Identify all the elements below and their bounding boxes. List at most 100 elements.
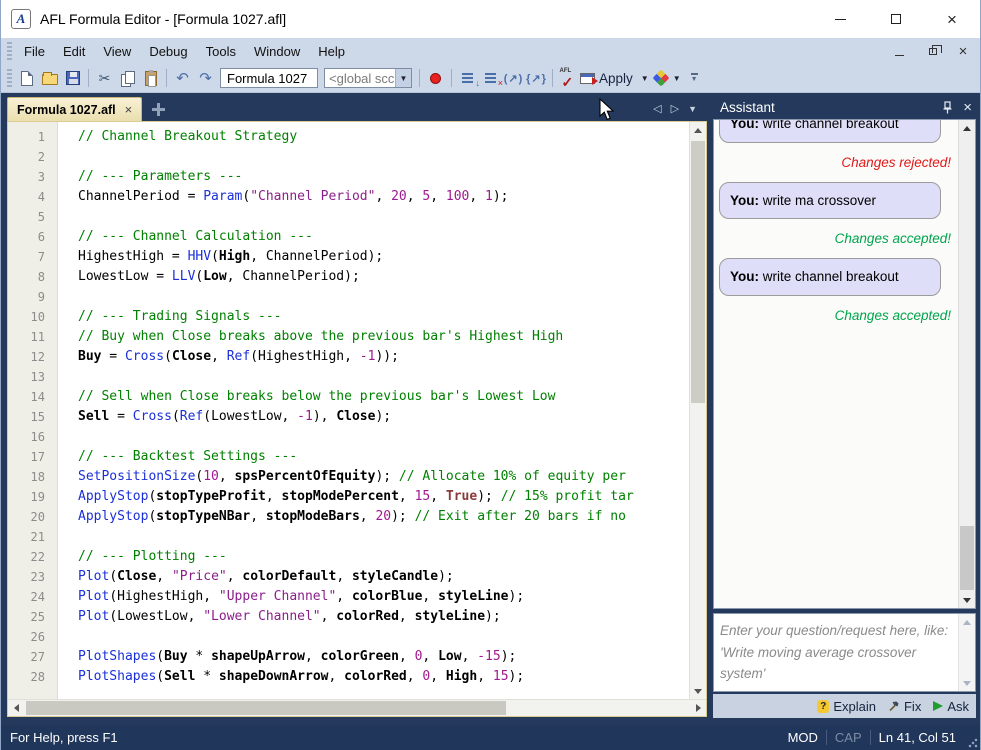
code-line[interactable]: Plot(HighestHigh, "Upper Channel", color…	[78, 587, 689, 607]
chevron-down-icon[interactable]: ▼	[395, 69, 411, 87]
editor-vertical-scrollbar[interactable]	[689, 122, 706, 699]
minimize-button[interactable]	[812, 0, 868, 38]
code-area[interactable]: // Channel Breakout Strategy // --- Param…	[59, 122, 689, 699]
ask-button[interactable]: Ask	[933, 699, 969, 714]
scroll-up-icon[interactable]	[690, 122, 706, 138]
code-line[interactable]: Sell = Cross(Ref(LowestLow, -1), Close);	[78, 407, 689, 427]
scrollbar-thumb[interactable]	[26, 701, 506, 715]
scroll-up-icon[interactable]	[959, 120, 975, 136]
menu-item-help[interactable]: Help	[309, 40, 354, 63]
editor-pane: Formula 1027.afl × ◁ ▷ ▼ 123456789101112…	[7, 95, 707, 717]
tab-close-icon[interactable]: ×	[125, 103, 133, 116]
menu-item-file[interactable]: File	[15, 40, 54, 63]
menu-item-view[interactable]: View	[94, 40, 140, 63]
goto-line-button[interactable]: ↓	[456, 67, 479, 89]
code-line[interactable]	[78, 367, 689, 387]
prev-function-button[interactable]: (↗)	[502, 67, 525, 89]
code-editor[interactable]: 1234567891011121314151617181920212223242…	[8, 122, 706, 699]
menu-item-window[interactable]: Window	[245, 40, 309, 63]
code-line[interactable]: ChannelPeriod = Param("Channel Period", …	[78, 187, 689, 207]
line-number: 18	[8, 467, 57, 487]
assistant-input[interactable]	[714, 614, 958, 691]
resize-grip[interactable]	[968, 738, 978, 748]
scroll-down-icon[interactable]	[690, 683, 706, 699]
copy-button[interactable]	[116, 67, 139, 89]
line-number: 1	[8, 127, 57, 147]
scrollbar-thumb[interactable]	[691, 141, 705, 403]
mdi-minimize-button[interactable]	[890, 42, 908, 60]
tab-list-dropdown-icon[interactable]: ▼	[688, 105, 697, 114]
status-cursor-position: Ln 41, Col 51	[871, 730, 964, 745]
save-button[interactable]	[61, 67, 84, 89]
apply-button[interactable]: Apply ▼	[580, 67, 653, 89]
scroll-right-icon[interactable]	[690, 700, 706, 716]
code-line[interactable]	[78, 207, 689, 227]
code-line[interactable]: LowestLow = LLV(Low, ChannelPeriod);	[78, 267, 689, 287]
move-tab-icon[interactable]	[152, 103, 165, 116]
scroll-down-icon[interactable]	[959, 675, 975, 691]
toolbar-grip[interactable]	[7, 42, 12, 60]
code-line[interactable]: Plot(LowestLow, "Lower Channel", colorRe…	[78, 607, 689, 627]
chat-history: You: write channel breakoutAssistant: I …	[713, 119, 976, 609]
mdi-restore-button[interactable]	[922, 42, 940, 60]
scroll-up-icon[interactable]	[959, 614, 975, 630]
assistant-input-area	[713, 613, 976, 692]
tab-formula-1027[interactable]: Formula 1027.afl ×	[7, 97, 142, 121]
maximize-button[interactable]	[868, 0, 924, 38]
code-line[interactable]: // --- Backtest Settings ---	[78, 447, 689, 467]
code-line[interactable]: // --- Parameters ---	[78, 167, 689, 187]
code-line[interactable]: // Sell when Close breaks below the prev…	[78, 387, 689, 407]
code-line[interactable]	[78, 627, 689, 647]
syntax-check-button[interactable]: AFL✓	[557, 67, 580, 89]
code-line[interactable]	[78, 287, 689, 307]
assistant-panel: Assistant × You: write channel breakoutA…	[713, 95, 976, 718]
undo-button[interactable]: ↶	[171, 67, 194, 89]
clear-list-button[interactable]: ×	[479, 67, 502, 89]
toolbar-grip-2[interactable]	[7, 69, 12, 87]
menu-item-debug[interactable]: Debug	[140, 40, 196, 63]
chat-scrollbar[interactable]	[958, 120, 975, 608]
redo-button[interactable]: ↷	[194, 67, 217, 89]
cut-button[interactable]: ✂	[93, 67, 116, 89]
fix-button[interactable]: Fix	[888, 699, 921, 714]
scroll-tabs-right-icon[interactable]: ▷	[671, 104, 679, 115]
menu-item-tools[interactable]: Tools	[197, 40, 245, 63]
toolbar-overflow-button[interactable]: ▼	[691, 73, 698, 83]
scroll-down-icon[interactable]	[959, 592, 975, 608]
code-line[interactable]	[78, 527, 689, 547]
code-line[interactable]: // Buy when Close breaks above the previ…	[78, 327, 689, 347]
scrollbar-thumb[interactable]	[960, 526, 974, 590]
assistant-close-icon[interactable]: ×	[963, 100, 972, 115]
formula-name-field[interactable]: Formula 1027	[220, 68, 318, 88]
code-line[interactable]: Plot(Close, "Price", colorDefault, style…	[78, 567, 689, 587]
mdi-close-button[interactable]: ×	[954, 42, 972, 60]
editor-horizontal-scrollbar[interactable]	[8, 699, 706, 716]
close-button[interactable]: ×	[924, 0, 980, 38]
code-line[interactable]: PlotShapes(Sell * shapeDownArrow, colorR…	[78, 667, 689, 687]
code-line[interactable]: Buy = Cross(Close, Ref(HighestHigh, -1))…	[78, 347, 689, 367]
code-line[interactable]: // --- Trading Signals ---	[78, 307, 689, 327]
code-line[interactable]: // Channel Breakout Strategy	[78, 127, 689, 147]
code-line[interactable]: // --- Channel Calculation ---	[78, 227, 689, 247]
explain-button[interactable]: ? Explain	[817, 699, 876, 714]
scroll-tabs-left-icon[interactable]: ◁	[653, 104, 661, 115]
code-line[interactable]: ApplyStop(stopTypeProfit, stopModePercen…	[78, 487, 689, 507]
pin-icon[interactable]	[942, 101, 953, 114]
scroll-left-icon[interactable]	[8, 700, 24, 716]
paste-button[interactable]	[139, 67, 162, 89]
code-line[interactable]: // --- Plotting ---	[78, 547, 689, 567]
code-line[interactable]: PlotShapes(Buy * shapeUpArrow, colorGree…	[78, 647, 689, 667]
menu-item-edit[interactable]: Edit	[54, 40, 94, 63]
open-file-button[interactable]	[38, 67, 61, 89]
code-line[interactable]: SetPositionSize(10, spsPercentOfEquity);…	[78, 467, 689, 487]
record-button[interactable]	[424, 67, 447, 89]
input-scrollbar[interactable]	[958, 614, 975, 691]
insert-color-button[interactable]: ▼	[653, 67, 685, 89]
scope-combo[interactable]: <global scc ▼	[324, 68, 412, 88]
code-line[interactable]: ApplyStop(stopTypeNBar, stopModeBars, 20…	[78, 507, 689, 527]
new-file-button[interactable]	[15, 67, 38, 89]
code-line[interactable]	[78, 147, 689, 167]
next-function-button[interactable]: {↗}	[525, 67, 548, 89]
code-line[interactable]	[78, 427, 689, 447]
code-line[interactable]: HighestHigh = HHV(High, ChannelPeriod);	[78, 247, 689, 267]
